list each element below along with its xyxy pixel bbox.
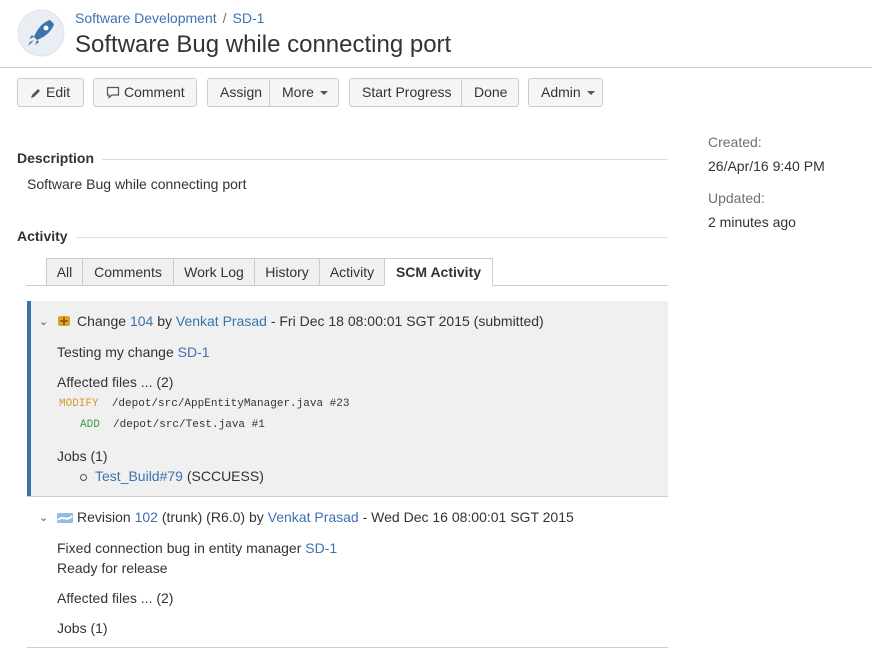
change-type-label: Change: [77, 313, 127, 329]
subversion-revision-icon: [57, 513, 73, 523]
revision-message-line2: Ready for release: [57, 560, 168, 576]
updated-value: 2 minutes ago: [708, 214, 796, 230]
change-message: Testing my change SD-1: [57, 344, 210, 360]
revision-message-text: Fixed connection bug in entity manager: [57, 540, 302, 556]
chevron-down-icon: [319, 91, 328, 96]
file-action-modify: MODIFY: [59, 398, 99, 410]
revision-affected-files-toggle[interactable]: Affected files ... (2): [57, 590, 173, 606]
chevron-down-icon: [586, 91, 595, 96]
tab-comments[interactable]: Comments: [82, 258, 174, 286]
description-divider: [102, 159, 668, 160]
breadcrumb-separator: /: [222, 10, 227, 26]
change-header: Change 104 by Venkat Prasad - Fri Dec 18…: [77, 313, 544, 329]
more-dropdown-button[interactable]: More: [270, 78, 339, 107]
revision-type-label: Revision: [77, 509, 131, 525]
done-label: Done: [474, 84, 508, 100]
perforce-change-icon: [58, 316, 70, 326]
comment-label: Comment: [124, 84, 185, 100]
tab-activity[interactable]: Activity: [319, 258, 385, 286]
page-title: Software Bug while connecting port: [75, 31, 452, 58]
comment-icon: [106, 86, 120, 99]
file-path[interactable]: /depot/src/AppEntityManager.java #23: [112, 398, 350, 410]
bullet-icon: [80, 473, 87, 481]
entry-divider: [27, 647, 668, 648]
done-button[interactable]: Done: [462, 78, 519, 107]
description-text: Software Bug while connecting port: [27, 176, 247, 192]
activity-heading: Activity: [17, 228, 68, 244]
change-author-link[interactable]: Venkat Prasad: [176, 313, 267, 329]
created-label: Created:: [708, 134, 762, 150]
revision-issue-link[interactable]: SD-1: [305, 540, 337, 556]
collapse-chevron-icon[interactable]: ⌄: [39, 315, 48, 328]
assign-button[interactable]: Assign: [207, 78, 270, 107]
collapse-chevron-icon[interactable]: ⌄: [39, 511, 48, 524]
issue-header: Software Development / SD-1 Software Bug w…: [0, 0, 872, 68]
change-by-label: by: [157, 313, 172, 329]
tab-scm-activity[interactable]: SCM Activity: [384, 258, 493, 286]
job-list-item: Test_Build#79 (SCCUESS): [80, 468, 264, 484]
assign-label: Assign: [220, 84, 263, 100]
more-label: More: [282, 84, 314, 100]
change-jobs-toggle[interactable]: Jobs (1): [57, 448, 108, 464]
updated-label: Updated:: [708, 190, 765, 206]
admin-dropdown-button[interactable]: Admin: [528, 78, 603, 107]
description-heading: Description: [17, 150, 95, 166]
start-progress-label: Start Progress: [362, 84, 452, 100]
change-message-text: Testing my change: [57, 344, 174, 360]
tab-work-log[interactable]: Work Log: [173, 258, 255, 286]
tab-all[interactable]: All: [46, 258, 83, 286]
change-issue-link[interactable]: SD-1: [178, 344, 210, 360]
tab-history[interactable]: History: [254, 258, 320, 286]
entry-divider: [27, 496, 668, 497]
start-progress-button[interactable]: Start Progress: [349, 78, 462, 107]
breadcrumb-project-link[interactable]: Software Development: [75, 10, 217, 26]
admin-label: Admin: [541, 84, 581, 100]
job-link[interactable]: Test_Build#79: [95, 468, 183, 484]
change-affected-files-toggle[interactable]: Affected files ... (2): [57, 374, 173, 390]
breadcrumb: Software Development / SD-1: [75, 10, 264, 26]
revision-branch-label: (trunk) (R6.0) by: [161, 509, 264, 525]
file-path[interactable]: /depot/src/Test.java #1: [113, 419, 265, 431]
revision-author-link[interactable]: Venkat Prasad: [268, 509, 359, 525]
file-row: MODIFY /depot/src/AppEntityManager.java …: [59, 398, 349, 410]
revision-number-link[interactable]: 102: [135, 509, 158, 525]
edit-label: Edit: [46, 84, 71, 100]
revision-date: - Wed Dec 16 08:00:01 SGT 2015: [362, 509, 574, 525]
change-number-link[interactable]: 104: [130, 313, 153, 329]
file-action-add: ADD: [80, 419, 100, 431]
created-value: 26/Apr/16 9:40 PM: [708, 158, 825, 174]
activity-divider: [76, 237, 668, 238]
project-avatar-rocket-icon[interactable]: [17, 9, 65, 57]
job-status: (SCCUESS): [186, 468, 264, 484]
revision-jobs-toggle[interactable]: Jobs (1): [57, 620, 108, 636]
revision-header: Revision 102 (trunk) (R6.0) by Venkat Pr…: [77, 509, 574, 525]
pencil-icon: [31, 89, 40, 98]
change-date-status: - Fri Dec 18 08:00:01 SGT 2015 (submitte…: [270, 313, 544, 329]
edit-button[interactable]: Edit: [17, 78, 84, 107]
file-row: ADD /depot/src/Test.java #1: [80, 419, 265, 431]
revision-message-line1: Fixed connection bug in entity manager S…: [57, 540, 337, 556]
comment-button[interactable]: Comment: [93, 78, 197, 107]
breadcrumb-issue-link[interactable]: SD-1: [233, 10, 265, 26]
